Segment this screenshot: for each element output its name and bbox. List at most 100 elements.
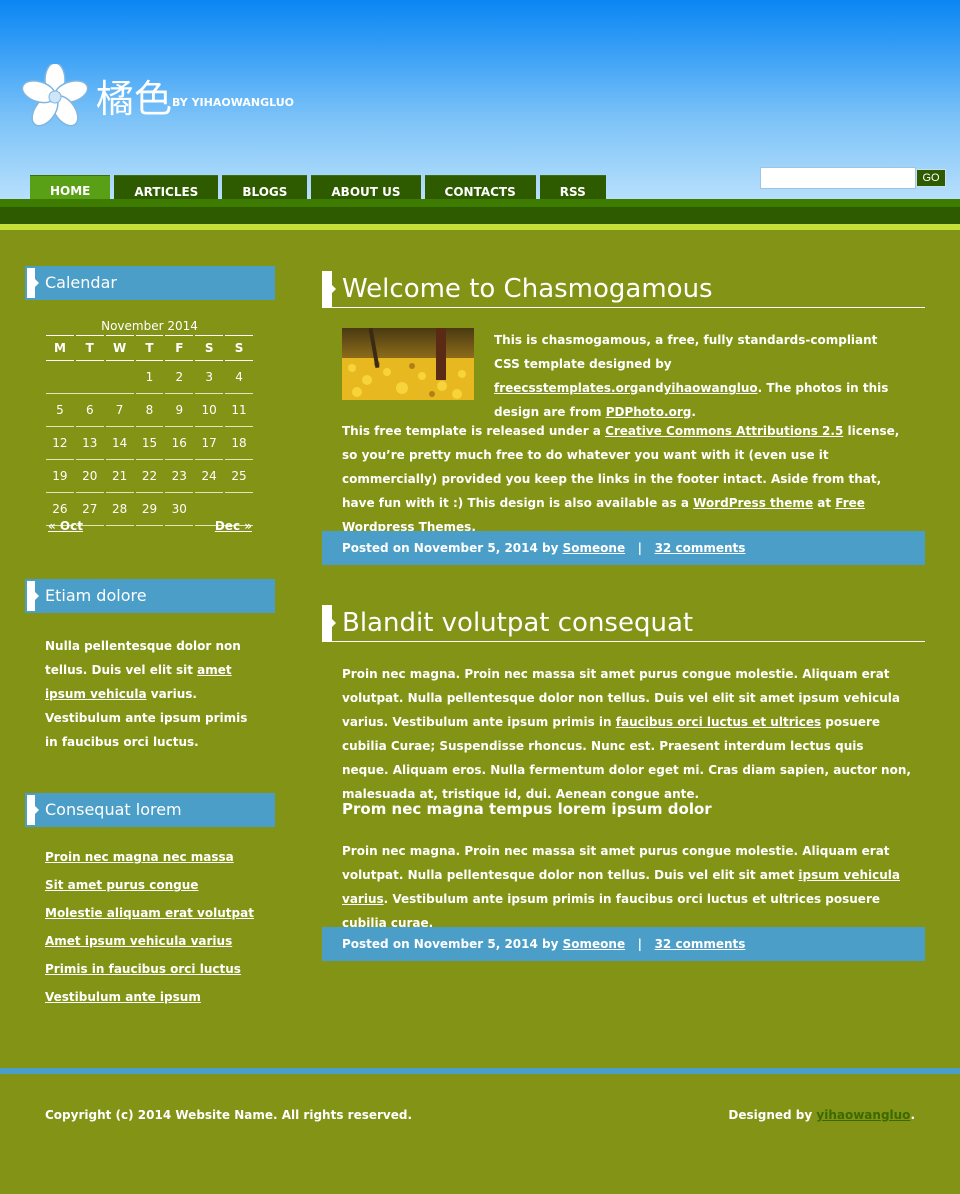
post-author-link[interactable]: Someone [563, 937, 625, 951]
consequat-link[interactable]: Proin nec magna nec massa [45, 850, 234, 864]
post-comments-link[interactable]: 32 comments [655, 541, 746, 555]
calendar-prev-month-link[interactable]: « Oct [48, 519, 83, 533]
post-text-bold: chasmogamous [541, 333, 647, 347]
calendar-day: 8 [135, 394, 164, 427]
footer-end: . [910, 1108, 915, 1122]
calendar-day: 23 [165, 460, 194, 493]
calendar-day: 19 [46, 460, 74, 493]
calendar-day: 24 [195, 460, 224, 493]
etiam-heading-text: Etiam dolore [45, 586, 147, 605]
calendar-day: 7 [105, 394, 134, 427]
list-item: Molestie aliquam erat volutpat [45, 902, 254, 930]
footer-designer-link[interactable]: yihaowangluo [816, 1108, 910, 1122]
consequat-link[interactable]: Vestibulum ante ipsum [45, 990, 201, 1004]
post-text: . [691, 405, 696, 419]
post-2-heading: Blandit volutpat consequat [322, 605, 925, 642]
post-2-subheading: Prom nec magna tempus lorem ipsum dolor [342, 800, 712, 818]
site-byline: BY YIHAOWANGLUO [172, 96, 294, 109]
calendar-day: 3 [195, 361, 224, 394]
calendar-day: 2 [165, 361, 194, 394]
consequat-link[interactable]: Primis in faucibus orci luctus [45, 962, 241, 976]
footer-divider [0, 1068, 960, 1074]
weekday-label: T [75, 335, 104, 361]
calendar-caption: November 2014 [101, 319, 198, 333]
calendar-day: 4 [225, 361, 253, 394]
list-item: Proin nec magna nec massa [45, 846, 254, 874]
consequat-link[interactable]: Amet ipsum vehicula varius [45, 934, 232, 948]
search-go-button[interactable]: GO [916, 169, 946, 187]
wordpress-theme-link[interactable]: WordPress theme [693, 496, 813, 510]
post-1-meta: Posted on November 5, 2014 by Someone | … [322, 531, 925, 565]
calendar-day: 29 [135, 493, 164, 526]
post-2-para-2: Proin nec magna. Proin nec massa sit ame… [342, 839, 914, 935]
footer-copyright: Copyright (c) 2014 Website Name. All rig… [45, 1108, 413, 1122]
post-comments-link[interactable]: 32 comments [655, 937, 746, 951]
creative-commons-link[interactable]: Creative Commons Attributions 2.5 [605, 424, 843, 438]
etiam-text: Nulla pellentesque dolor non tellus. Dui… [45, 634, 260, 754]
footer-designed-text: Designed by [728, 1108, 817, 1122]
post-meta-separator: | [637, 541, 643, 555]
post-text: . Vestibulum ante ipsum primis in faucib… [342, 892, 881, 930]
post-text: at [813, 496, 836, 510]
calendar-day: 14 [105, 427, 134, 460]
calendar-day: 15 [135, 427, 164, 460]
calendar-day: 25 [225, 460, 253, 493]
post-2-title[interactable]: Blandit volutpat consequat [342, 605, 693, 641]
list-item: Sit amet purus congue [45, 874, 254, 902]
calendar-day: 28 [105, 493, 134, 526]
calendar-day: 10 [195, 394, 224, 427]
calendar-day: 22 [135, 460, 164, 493]
calendar-pad [46, 361, 134, 394]
weekday-label: W [105, 335, 134, 361]
calendar-table: M T W T F S S 1 2 3 4 5 6 7 8 9 10 11 12… [44, 335, 255, 526]
calendar-day: 9 [165, 394, 194, 427]
list-item: Amet ipsum vehicula varius [45, 930, 254, 958]
calendar-day: 13 [75, 427, 104, 460]
calendar-next-month-link[interactable]: Dec » [215, 519, 252, 533]
consequat-heading: Consequat lorem [25, 793, 275, 827]
calendar-day: 11 [225, 394, 253, 427]
footer-designed-by: Designed by yihaowangluo. [728, 1108, 915, 1122]
post-meta-separator: | [637, 937, 643, 951]
consequat-heading-text: Consequat lorem [45, 800, 182, 819]
list-item: Primis in faucibus orci luctus [45, 958, 254, 986]
calendar-day: 12 [46, 427, 74, 460]
post-author-link[interactable]: Someone [563, 541, 625, 555]
post-1-heading: Welcome to Chasmogamous [322, 271, 925, 308]
calendar-heading-text: Calendar [45, 273, 117, 292]
calendar-day: 20 [75, 460, 104, 493]
site-header: 橘色 BY YIHAOWANGLUO HOME ARTICLES BLOGS A… [0, 0, 960, 222]
header-dark-band [0, 207, 960, 224]
consequat-link[interactable]: Sit amet purus congue [45, 878, 198, 892]
post-1-para-2: This free template is released under a C… [342, 419, 912, 539]
calendar-day: 30 [165, 493, 194, 526]
yihaowangluo-link[interactable]: yihaowangluo [664, 381, 758, 395]
post-1-title[interactable]: Welcome to Chasmogamous [342, 271, 713, 307]
site-title[interactable]: 橘色 [96, 76, 172, 122]
search-input[interactable] [760, 167, 916, 189]
calendar-day: 21 [105, 460, 134, 493]
header-grass-band [0, 199, 960, 207]
calendar-day: 17 [195, 427, 224, 460]
calendar-widget: November 2014 M T W T F S S 1 2 3 4 5 6 … [44, 317, 255, 533]
weekday-label: F [165, 335, 194, 361]
calendar-day: 6 [75, 394, 104, 427]
weekday-label: S [225, 335, 253, 361]
post-text: This free template is released under a [342, 424, 606, 438]
calendar-heading: Calendar [25, 266, 275, 300]
post-2-meta: Posted on November 5, 2014 by Someone | … [322, 927, 925, 961]
pdphoto-link[interactable]: PDPhoto.org [606, 405, 692, 419]
weekday-label: T [135, 335, 164, 361]
calendar-day: 1 [135, 361, 164, 394]
post-text: and [638, 381, 664, 395]
calendar-day: 5 [46, 394, 74, 427]
post-meta-text: Posted on November 5, 2014 by [342, 937, 563, 951]
weekday-label: S [195, 335, 224, 361]
post-2-para-1: Proin nec magna. Proin nec massa sit ame… [342, 662, 914, 806]
faucibus-link[interactable]: faucibus orci luctus et ultrices [616, 715, 821, 729]
post-meta-text: Posted on November 5, 2014 by [342, 541, 563, 555]
consequat-link-list: Proin nec magna nec massa Sit amet purus… [45, 846, 254, 1014]
freecsstemplates-link[interactable]: freecsstemplates.org [494, 381, 638, 395]
list-item: Vestibulum ante ipsum [45, 986, 254, 1014]
consequat-link[interactable]: Molestie aliquam erat volutpat [45, 906, 254, 920]
